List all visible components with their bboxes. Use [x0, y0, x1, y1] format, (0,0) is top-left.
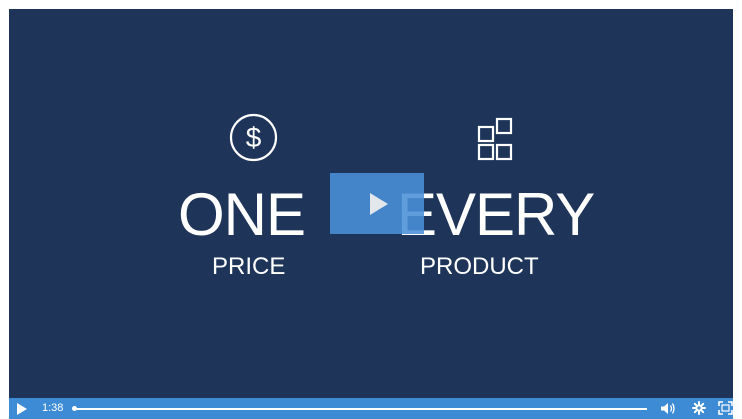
big-play-button[interactable] [330, 173, 424, 234]
play-icon[interactable] [17, 403, 29, 415]
dollar-icon: $ [229, 113, 278, 162]
subline-price: PRICE [212, 253, 286, 280]
play-icon [370, 193, 388, 215]
grid-icon [477, 117, 523, 163]
fullscreen-icon[interactable] [718, 401, 733, 415]
video-player[interactable]: $ ONE PRICE EVERY PRODUCT 1:38 [9, 9, 733, 419]
gear-icon[interactable] [692, 401, 706, 415]
subline-product: PRODUCT [420, 253, 539, 280]
headline-every: EVERY [397, 181, 595, 248]
current-time: 1:38 [42, 402, 64, 414]
progress-handle[interactable] [72, 406, 77, 411]
control-bar: 1:38 [9, 398, 733, 419]
svg-text:$: $ [246, 122, 262, 153]
headline-one: ONE [178, 181, 306, 248]
progress-track[interactable] [72, 406, 647, 411]
volume-icon[interactable] [660, 402, 676, 415]
